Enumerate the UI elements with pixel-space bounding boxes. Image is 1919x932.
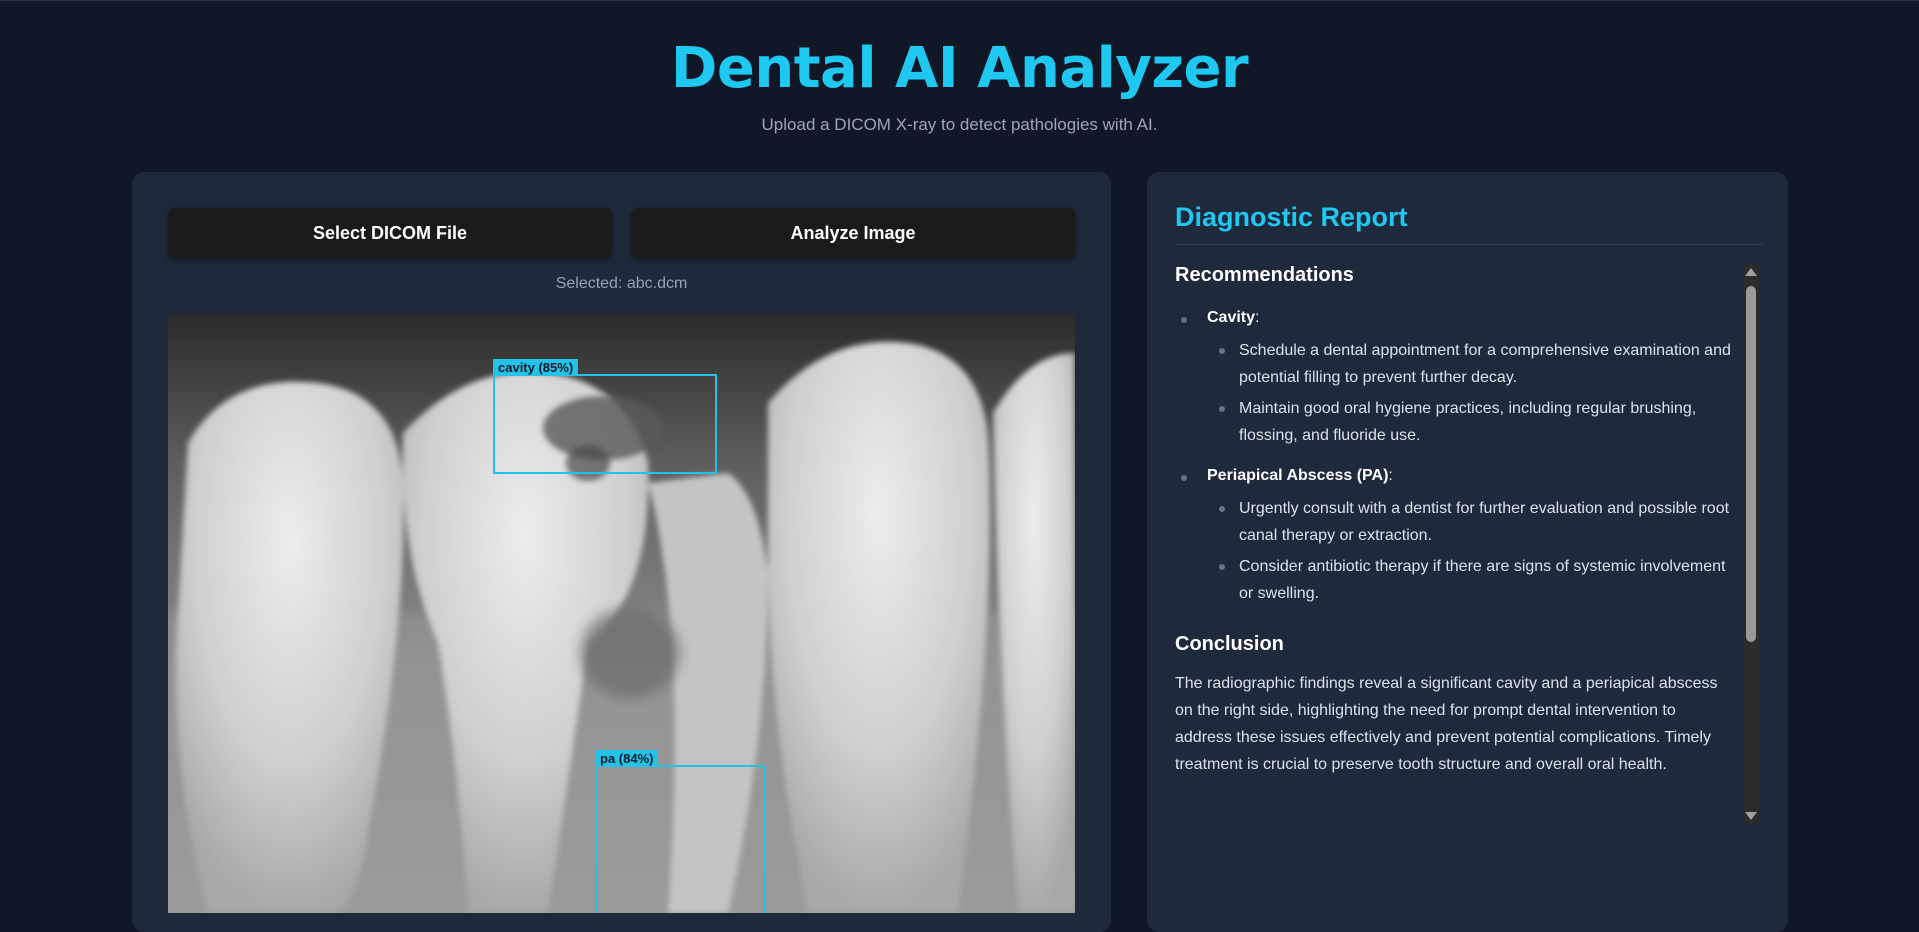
pa-detection-box [595,765,766,913]
report-scroll-area[interactable]: Recommendations Cavity: Schedule a denta… [1175,264,1735,824]
cavity-detection-label: cavity (85%) [493,359,579,376]
report-scrollbar[interactable] [1743,264,1759,824]
recommendations-heading: Recommendations [1175,264,1354,286]
list-item: Consider antibiotic therapy if there are… [1207,553,1735,607]
report-title: Diagnostic Report [1175,202,1408,232]
select-dicom-button[interactable]: Select DICOM File [168,208,612,258]
scrollbar-thumb[interactable] [1746,286,1756,642]
list-item: Schedule a dental appointment for a comp… [1207,337,1735,391]
page-subtitle: Upload a DICOM X-ray to detect pathologi… [761,115,1158,134]
list-item: Cavity: Schedule a dental appointment fo… [1175,309,1735,449]
recommendation-category: Periapical Abscess (PA) [1207,467,1389,484]
conclusion-heading: Conclusion [1175,633,1284,655]
recommendation-sublist: Urgently consult with a dentist for furt… [1207,495,1735,607]
upload-panel: Select DICOM File Analyze Image Selected… [132,172,1111,932]
list-item: Maintain good oral hygiene practices, in… [1207,395,1735,449]
recommendation-sublist: Schedule a dental appointment for a comp… [1207,337,1735,449]
list-item: Periapical Abscess (PA): Urgently consul… [1175,467,1735,607]
pa-detection-label: pa (84%) [595,750,659,767]
scroll-down-button[interactable] [1743,808,1759,824]
cavity-detection-box [493,374,717,474]
diagnostic-report-panel: Diagnostic Report Recommendations Cavity… [1147,172,1788,932]
recommendation-category: Cavity [1207,309,1256,326]
triangle-up-icon [1745,268,1757,276]
window-top-border [0,0,1919,1]
analyze-image-button[interactable]: Analyze Image [631,208,1075,258]
page-title: Dental AI Analyzer [670,36,1249,101]
page-header: Dental AI Analyzer Upload a DICOM X-ray … [0,36,1919,135]
triangle-down-icon [1745,812,1757,820]
recommendations-list: Cavity: Schedule a dental appointment fo… [1175,309,1735,607]
report-divider [1175,244,1763,245]
selected-file-text: Selected: abc.dcm [555,275,688,292]
list-item: Urgently consult with a dentist for furt… [1207,495,1735,549]
scroll-up-button[interactable] [1743,264,1759,280]
conclusion-text: The radiographic findings reveal a signi… [1175,675,1718,773]
xray-image: cavity (85%) pa (84%) [168,313,1075,913]
